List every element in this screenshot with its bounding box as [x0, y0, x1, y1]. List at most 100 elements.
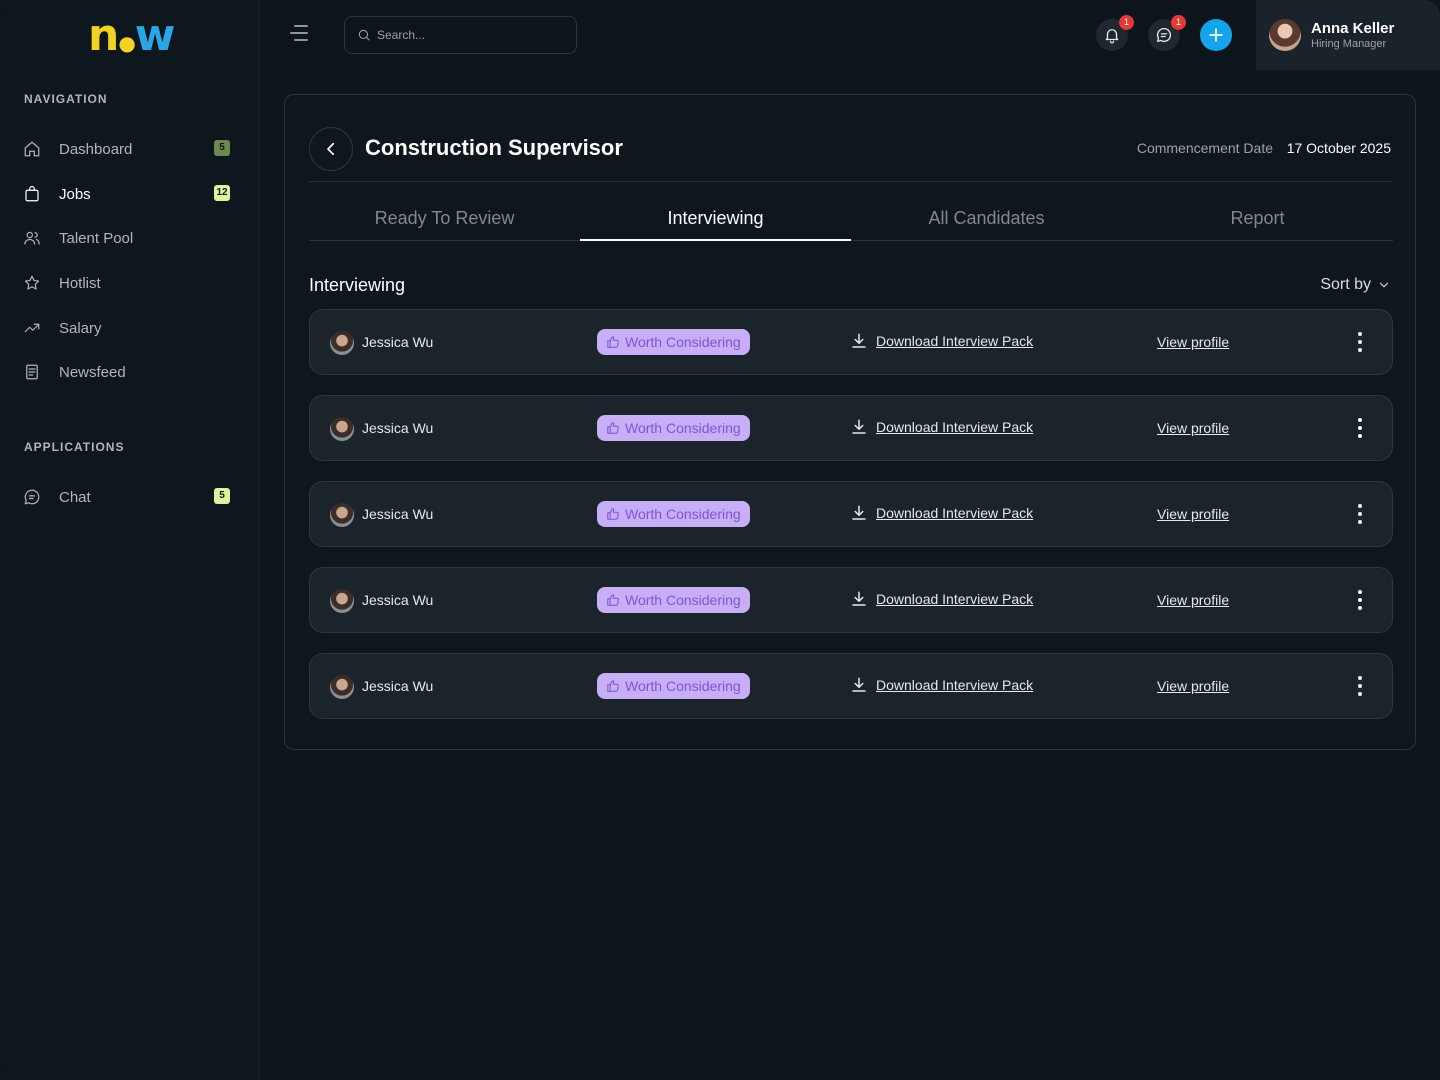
user-menu[interactable]: Anna Keller Hiring Manager: [1256, 0, 1440, 70]
bell-icon: [1105, 29, 1119, 44]
candidate-name: Jessica Wu: [362, 334, 434, 350]
view-profile-link[interactable]: View profile: [1157, 592, 1229, 608]
download-interview-pack-link[interactable]: Download Interview Pack: [850, 504, 1033, 522]
tab-ready-to-review[interactable]: Ready To Review: [309, 195, 580, 240]
more-options-icon[interactable]: [1350, 330, 1370, 354]
view-profile-link[interactable]: View profile: [1157, 420, 1229, 436]
notifications-count-badge: 1: [1119, 15, 1134, 30]
tab-all-candidates[interactable]: All Candidates: [851, 195, 1122, 240]
sidebar-item-label: Dashboard: [59, 140, 133, 158]
status-label: Worth Considering: [625, 420, 741, 436]
download-icon: [852, 591, 866, 606]
candidate-name: Jessica Wu: [362, 678, 434, 694]
message-icon: [1156, 27, 1172, 43]
sidebar-item-label: Talent Pool: [59, 229, 134, 247]
logo-letter-n: n: [88, 10, 119, 61]
download-label: Download Interview Pack: [876, 677, 1034, 693]
view-profile-link[interactable]: View profile: [1157, 334, 1229, 350]
sidebar-item-label: Chat: [59, 488, 91, 506]
header-divider: [309, 181, 1393, 182]
chat-icon: [22, 487, 42, 507]
download-label: Download Interview Pack: [876, 333, 1034, 349]
jobs-count-badge: 12: [214, 185, 230, 201]
sidebar-item-salary[interactable]: Salary: [22, 313, 232, 343]
menu-toggle-icon[interactable]: [290, 25, 312, 45]
status-badge[interactable]: Worth Considering: [597, 329, 750, 355]
user-role: Hiring Manager: [1311, 38, 1387, 50]
more-options-icon[interactable]: [1350, 502, 1370, 526]
more-options-icon[interactable]: [1350, 588, 1370, 612]
tab-interviewing[interactable]: Interviewing: [580, 195, 851, 241]
chat-count-badge: 5: [214, 488, 230, 504]
sidebar-item-dashboard[interactable]: Dashboard 5: [22, 134, 232, 164]
status-badge[interactable]: Worth Considering: [597, 501, 750, 527]
commencement-date-value: 17 October 2025: [1286, 140, 1391, 156]
download-interview-pack-link[interactable]: Download Interview Pack: [850, 418, 1033, 436]
candidate-avatar: [330, 331, 354, 355]
top-bar: 1 1 Anna Keller Hiring Manager: [260, 0, 1440, 70]
back-button[interactable]: [309, 127, 353, 171]
home-icon: [22, 139, 42, 159]
briefcase-icon: [22, 184, 42, 204]
candidate-row: Jessica Wu Worth Considering Download In…: [309, 309, 1393, 375]
plus-icon: [1209, 28, 1223, 42]
status-badge[interactable]: Worth Considering: [597, 415, 750, 441]
messages-button[interactable]: 1: [1148, 15, 1186, 51]
download-label: Download Interview Pack: [876, 419, 1034, 435]
search-icon: [358, 29, 370, 41]
candidate-tabs: Ready To Review Interviewing All Candida…: [309, 195, 1393, 241]
chevron-down-icon: [1379, 282, 1389, 288]
candidate-row: Jessica Wu Worth Considering Download In…: [309, 395, 1393, 461]
status-label: Worth Considering: [625, 506, 741, 522]
star-icon: [22, 273, 42, 293]
candidate-name: Jessica Wu: [362, 592, 434, 608]
status-badge[interactable]: Worth Considering: [597, 673, 750, 699]
sidebar-item-label: Salary: [59, 319, 102, 337]
status-badge[interactable]: Worth Considering: [597, 587, 750, 613]
view-profile-link[interactable]: View profile: [1157, 506, 1229, 522]
sidebar-item-jobs[interactable]: Jobs 12: [22, 179, 232, 209]
sidebar-item-talent-pool[interactable]: Talent Pool: [22, 223, 232, 253]
sidebar-item-label: Jobs: [59, 185, 91, 203]
sidebar-item-newsfeed[interactable]: Newsfeed: [22, 357, 232, 387]
sidebar-item-label: Newsfeed: [59, 363, 126, 381]
sort-by-label: Sort by: [1320, 276, 1371, 293]
download-label: Download Interview Pack: [876, 505, 1034, 521]
logo-letter-w: w: [134, 10, 176, 61]
download-interview-pack-link[interactable]: Download Interview Pack: [850, 332, 1033, 350]
thumbs-up-icon: [607, 336, 619, 348]
candidate-row: Jessica Wu Worth Considering Download In…: [309, 653, 1393, 719]
candidate-name: Jessica Wu: [362, 506, 434, 522]
download-icon: [852, 419, 866, 434]
newspaper-icon: [22, 362, 42, 382]
sidebar-item-chat[interactable]: Chat 5: [22, 482, 232, 512]
download-label: Download Interview Pack: [876, 591, 1034, 607]
candidate-name: Jessica Wu: [362, 420, 434, 436]
commencement-date-label: Commencement Date: [1136, 140, 1273, 156]
user-avatar: [1269, 19, 1301, 51]
sort-by-dropdown[interactable]: Sort by: [1320, 276, 1391, 294]
download-interview-pack-link[interactable]: Download Interview Pack: [850, 676, 1033, 694]
search-box[interactable]: [344, 16, 577, 54]
sidebar-item-hotlist[interactable]: Hotlist: [22, 268, 232, 298]
messages-count-badge: 1: [1171, 15, 1186, 30]
app-window: n●w NAVIGATION Dashboard 5 Jobs 12 Talen…: [0, 0, 1440, 1080]
candidate-row: Jessica Wu Worth Considering Download In…: [309, 567, 1393, 633]
add-button[interactable]: [1200, 19, 1232, 51]
tab-report[interactable]: Report: [1122, 195, 1393, 240]
logo-dot: ●: [118, 31, 136, 55]
dashboard-count-badge: 5: [214, 140, 230, 156]
notifications-button[interactable]: 1: [1096, 15, 1134, 51]
more-options-icon[interactable]: [1350, 674, 1370, 698]
view-profile-link[interactable]: View profile: [1157, 678, 1229, 694]
download-icon: [852, 677, 866, 692]
download-interview-pack-link[interactable]: Download Interview Pack: [850, 590, 1033, 608]
job-detail-card: Construction Supervisor Commencement Dat…: [284, 94, 1416, 750]
chevron-left-icon: [327, 142, 335, 156]
sidebar: n●w NAVIGATION Dashboard 5 Jobs 12 Talen…: [0, 0, 260, 1080]
nav-section-title: NAVIGATION: [24, 92, 108, 106]
candidate-avatar: [330, 675, 354, 699]
search-input[interactable]: [377, 28, 557, 42]
more-options-icon[interactable]: [1350, 416, 1370, 440]
brand-logo[interactable]: n●w: [88, 14, 175, 58]
